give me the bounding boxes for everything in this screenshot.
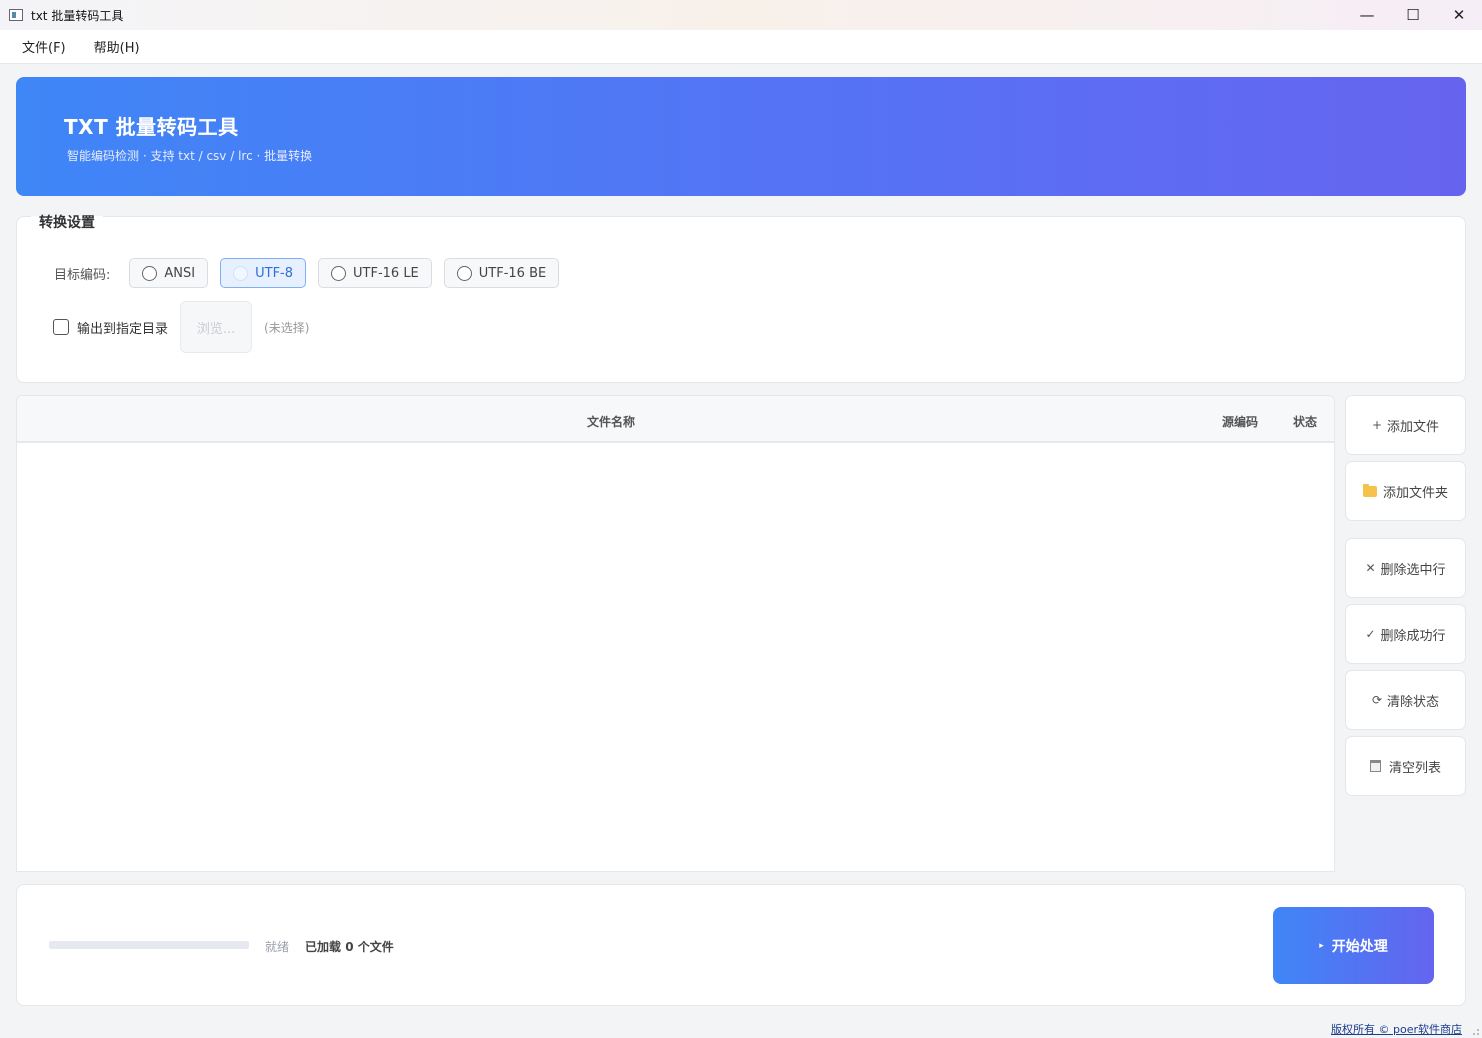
progress-bar	[49, 941, 249, 949]
banner-title: TXT 批量转码工具	[64, 115, 239, 139]
encoding-option-utf16le[interactable]: UTF-16 LE	[318, 258, 432, 288]
menu-file[interactable]: 文件(F)	[8, 37, 80, 56]
app-icon	[9, 9, 23, 21]
output-path-text: (未选择)	[264, 320, 310, 335]
close-button[interactable]: ✕	[1436, 0, 1482, 30]
encoding-option-utf8[interactable]: UTF-8	[220, 258, 307, 288]
encoding-option-label: UTF-16 BE	[478, 265, 547, 281]
target-encoding-label: 目标编码:	[54, 267, 111, 283]
banner-subtitle: 智能编码检测 · 支持 txt / csv / lrc · 批量转换	[67, 149, 313, 163]
file-count-text: 已加载 0 个文件	[305, 938, 394, 955]
menu-help[interactable]: 帮助(H)	[80, 37, 154, 56]
browse-button[interactable]: 浏览...	[180, 301, 253, 353]
delete-selected-label: 删除选中行	[1380, 562, 1446, 578]
status-panel: 就绪 已加载 0 个文件 ▸ 开始处理	[16, 884, 1466, 1006]
table-header: 文件名称 源编码 状态	[17, 396, 1334, 443]
output-dir-row: 输出到指定目录 浏览... (未选择)	[53, 301, 309, 353]
radio-circle-icon	[142, 265, 158, 281]
title-bar: txt 批量转码工具 — ☐ ✕	[0, 0, 1482, 30]
output-dir-label[interactable]: 输出到指定目录	[77, 318, 168, 337]
resize-grip-icon[interactable]	[1470, 1026, 1480, 1036]
play-icon: ▸	[1319, 940, 1324, 951]
encoding-option-utf16be[interactable]: UTF-16 BE	[443, 258, 560, 288]
radio-circle-icon	[233, 265, 249, 281]
start-processing-label: 开始处理	[1331, 938, 1388, 955]
column-header-filename[interactable]: 文件名称	[587, 413, 635, 430]
column-header-status[interactable]: 状态	[1293, 413, 1317, 430]
add-folder-button[interactable]: 添加文件夹	[1345, 461, 1466, 521]
file-count-prefix: 已加载	[305, 940, 342, 954]
file-count-suffix: 个文件	[357, 940, 394, 954]
window-controls: — ☐ ✕	[1344, 0, 1482, 30]
clear-status-button[interactable]: ⟳ 清除状态	[1345, 670, 1466, 730]
add-file-button[interactable]: + 添加文件	[1345, 395, 1466, 455]
copyright-link[interactable]: 版权所有 © poer软件商店	[1331, 1021, 1462, 1037]
refresh-icon: ⟳	[1371, 693, 1383, 707]
delete-success-button[interactable]: ✓ 删除成功行	[1345, 604, 1466, 664]
clear-list-button[interactable]: 清空列表	[1345, 736, 1466, 796]
output-dir-checkbox[interactable]	[53, 319, 69, 335]
start-processing-button[interactable]: ▸ 开始处理	[1273, 907, 1434, 984]
trash-icon	[1369, 760, 1381, 772]
settings-legend: 转换设置	[31, 216, 103, 230]
radio-circle-icon	[331, 265, 347, 281]
folder-icon	[1362, 483, 1377, 497]
header-banner: TXT 批量转码工具 智能编码检测 · 支持 txt / csv / lrc ·…	[16, 77, 1466, 196]
radio-circle-icon	[456, 265, 472, 281]
check-icon: ✓	[1365, 627, 1376, 641]
column-header-source-encoding[interactable]: 源编码	[1222, 413, 1258, 430]
encoding-option-label: UTF-8	[255, 265, 294, 281]
status-text: 就绪	[265, 940, 290, 954]
file-count-value: 0	[345, 940, 354, 954]
target-encoding-row: 目标编码: ANSI UTF-8 UTF-16 LE UTF-16 BE	[54, 258, 571, 288]
add-file-label: 添加文件	[1387, 419, 1440, 435]
file-table[interactable]: 文件名称 源编码 状态	[16, 395, 1335, 872]
clear-list-label: 清空列表	[1388, 760, 1441, 776]
add-folder-label: 添加文件夹	[1382, 485, 1448, 501]
encoding-option-label: ANSI	[164, 265, 196, 281]
x-icon: ✕	[1365, 561, 1376, 575]
delete-success-label: 删除成功行	[1380, 628, 1446, 644]
delete-selected-button[interactable]: ✕ 删除选中行	[1345, 538, 1466, 598]
maximize-button[interactable]: ☐	[1390, 0, 1436, 30]
encoding-option-label: UTF-16 LE	[353, 265, 419, 281]
encoding-option-ansi[interactable]: ANSI	[129, 258, 209, 288]
plus-icon: +	[1371, 418, 1383, 432]
minimize-button[interactable]: —	[1344, 0, 1390, 30]
conversion-settings-group: 转换设置 目标编码: ANSI UTF-8 UTF-16 LE UTF-16 B…	[16, 216, 1466, 383]
menu-bar: 文件(F) 帮助(H)	[0, 30, 1482, 64]
window-title: txt 批量转码工具	[31, 8, 124, 23]
clear-status-label: 清除状态	[1387, 694, 1440, 710]
